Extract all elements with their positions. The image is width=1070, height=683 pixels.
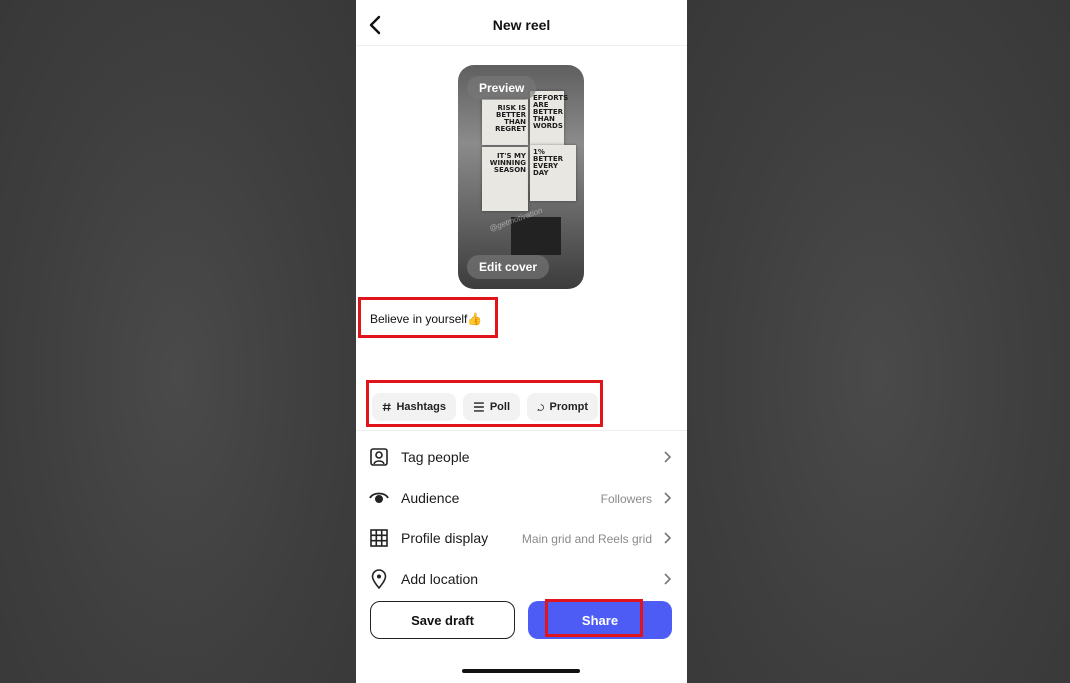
add-location-label: Add location (401, 571, 479, 587)
poster: 1% BETTER EVERY DAY (530, 145, 576, 201)
save-draft-button[interactable]: Save draft (370, 601, 515, 639)
poster: IT'S MY WINNING SEASON (482, 147, 528, 211)
chevron-right-icon (664, 492, 672, 504)
share-highlight-box (545, 599, 643, 637)
phone-screen: New reel RISK IS BETTER THAN REGRET EFFO… (356, 0, 687, 683)
reel-preview-card[interactable]: RISK IS BETTER THAN REGRET EFFORTS ARE B… (458, 65, 584, 289)
poster-text: RISK IS BETTER THAN REGRET (495, 104, 526, 133)
audience-row[interactable]: Audience Followers (356, 480, 687, 516)
location-pin-icon (371, 569, 387, 589)
audience-label: Audience (401, 490, 460, 506)
page-title: New reel (492, 17, 551, 33)
audience-value: Followers (600, 492, 652, 506)
add-location-row[interactable]: Add location (356, 561, 687, 597)
profile-display-value: Main grid and Reels grid (521, 532, 652, 546)
poster-text: IT'S MY WINNING SEASON (489, 152, 526, 174)
background-right (687, 0, 1070, 683)
chevron-right-icon (664, 573, 672, 585)
chevron-right-icon (664, 532, 672, 544)
poster: EFFORTS ARE BETTER THAN WORDS (530, 91, 569, 145)
home-indicator (462, 669, 580, 673)
grid-icon (370, 529, 388, 547)
chips-highlight-box (366, 380, 603, 427)
caption-highlight-box (358, 297, 498, 338)
edit-cover-button[interactable]: Edit cover (467, 255, 550, 279)
preview-button[interactable]: Preview (467, 76, 537, 100)
background-left (0, 0, 356, 683)
poster-text: 1% BETTER EVERY DAY (533, 148, 563, 177)
tag-people-label: Tag people (401, 449, 470, 465)
poster: RISK IS BETTER THAN REGRET (482, 99, 528, 145)
profile-display-label: Profile display (401, 530, 489, 546)
profile-display-row[interactable]: Profile display Main grid and Reels grid (356, 520, 687, 556)
top-bar: New reel (356, 0, 687, 46)
divider (356, 430, 687, 431)
tag-people-row[interactable]: Tag people (356, 439, 687, 475)
poster-text: EFFORTS ARE BETTER THAN WORDS (533, 94, 569, 130)
tag-person-icon (370, 448, 388, 466)
chevron-right-icon (664, 451, 672, 463)
eye-icon (369, 492, 389, 503)
